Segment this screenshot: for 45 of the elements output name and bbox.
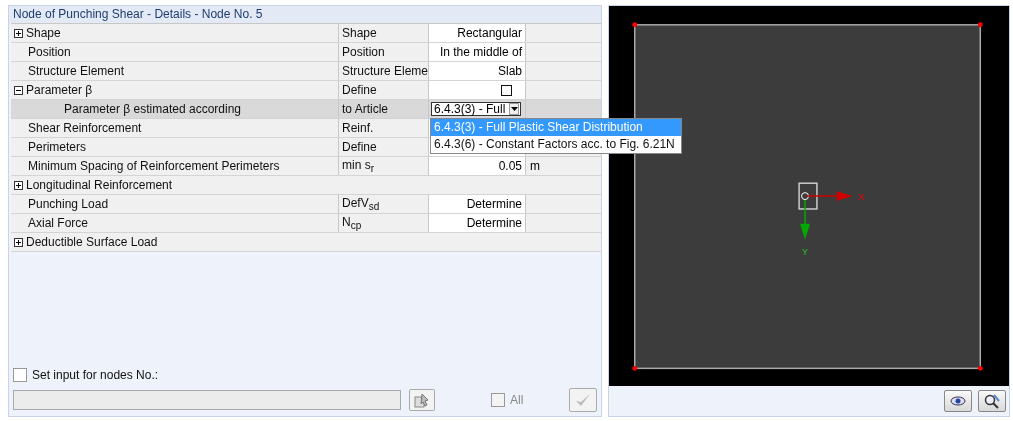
row-label: Shape <box>26 26 61 40</box>
value-text: 0.05 <box>498 159 522 173</box>
checkbox[interactable] <box>501 84 512 96</box>
row-label: Parameter β <box>26 83 93 97</box>
row-label: Structure Element <box>28 64 125 78</box>
symbol-text: N$_{cp}$ <box>342 214 362 232</box>
dropdown[interactable]: 6.4.3(3) - Full <box>431 102 521 116</box>
symbol-text: Define <box>342 140 377 154</box>
row-label: Position <box>28 45 71 59</box>
expand-icon[interactable] <box>14 237 23 247</box>
value-text: Determine <box>466 216 522 230</box>
symbol-text: DefV$_{sd}$ <box>342 195 380 213</box>
symbol-text: Reinf. <box>342 121 374 135</box>
symbol-text: Shape <box>342 26 377 40</box>
value-text: In the middle of <box>439 45 522 59</box>
collapse-icon[interactable] <box>14 85 23 95</box>
symbol-text: Structure Eleme <box>342 64 429 78</box>
unit-text: m <box>530 159 540 173</box>
caret-icon <box>509 103 519 115</box>
value-text: Slab <box>497 64 522 78</box>
row-label: Longitudinal Reinforcement <box>26 178 173 192</box>
expand-icon[interactable] <box>14 180 23 190</box>
row-label: Minimum Spacing of Reinforcement Perimeters <box>28 159 280 173</box>
eye-icon <box>950 395 966 408</box>
symbol-text: Position <box>342 45 385 59</box>
set-input-checkbox[interactable]: Set input for nodes No.: <box>13 368 597 382</box>
zoom-button[interactable] <box>978 390 1006 413</box>
row-label: Deductible Surface Load <box>26 235 158 249</box>
symbol-text: to Article <box>342 102 389 116</box>
expand-icon[interactable] <box>14 28 23 38</box>
panel-title: Node of Punching Shear - Details - Node No. 5 <box>9 6 601 23</box>
magnifier-icon <box>983 393 1001 410</box>
row-label: Perimeters <box>28 140 86 154</box>
symbol-text: min s$_{r}$ <box>342 157 374 175</box>
row-label: Axial Force <box>28 216 89 230</box>
pick-button[interactable] <box>409 389 435 411</box>
value-text: Determine <box>466 197 522 211</box>
symbol-text: Define <box>342 83 377 97</box>
row-label: Shear Reinforcement <box>28 121 142 135</box>
view-button[interactable] <box>944 390 972 413</box>
value-text: Rectangular <box>457 26 522 40</box>
pick-icon <box>414 392 430 408</box>
checkmark-icon <box>574 392 592 408</box>
row-label: Punching Load <box>28 197 109 211</box>
row-label: Parameter β estimated according <box>64 102 241 116</box>
